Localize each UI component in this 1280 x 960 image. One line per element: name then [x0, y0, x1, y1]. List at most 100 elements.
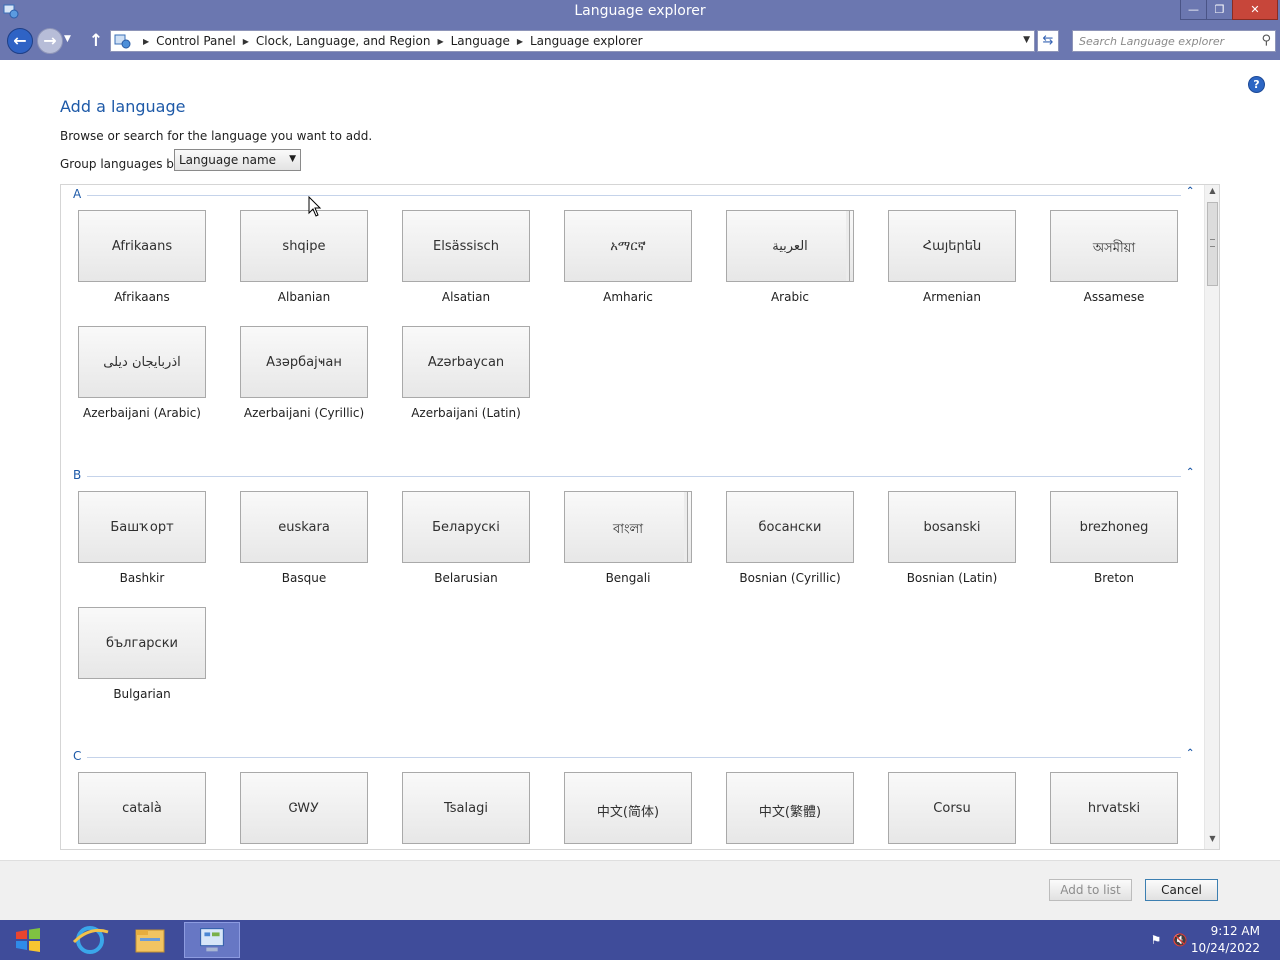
language-name[interactable]: Breton	[1034, 571, 1194, 585]
language-tile[interactable]: آذربايجان ديلی	[78, 326, 206, 398]
group-by-select[interactable]: Language name ▼	[174, 149, 301, 171]
group-divider	[87, 195, 1181, 196]
language-name[interactable]: Belarusian	[386, 571, 546, 585]
language-name[interactable]: Armenian	[872, 290, 1032, 304]
language-tile[interactable]: Afrikaans	[78, 210, 206, 282]
scrollbar-thumb[interactable]	[1207, 202, 1218, 286]
collapse-group-icon[interactable]: ⌃	[1186, 748, 1194, 759]
language-tile[interactable]: Corsu	[888, 772, 1016, 844]
scroll-up-icon[interactable]: ▲	[1205, 186, 1219, 200]
breadcrumb-clock-language-region[interactable]: Clock, Language, and Region	[256, 34, 431, 48]
language-native-name: 中文(繁體)	[758, 805, 822, 820]
help-icon[interactable]: ?	[1248, 76, 1265, 93]
cancel-button[interactable]: Cancel	[1145, 879, 1218, 901]
language-tile[interactable]: български	[78, 607, 206, 679]
breadcrumb-language[interactable]: Language	[451, 34, 510, 48]
language-tile[interactable]: Башҡорт	[78, 491, 206, 563]
language-tile[interactable]: 中文(简体)	[564, 772, 692, 844]
scroll-down-icon[interactable]: ▼	[1205, 834, 1219, 848]
language-tile[interactable]: 中文(繁體)	[726, 772, 854, 844]
language-name[interactable]: Bosnian (Cyrillic)	[710, 571, 870, 585]
language-name[interactable]: Arabic	[710, 290, 870, 304]
action-center-flag-icon[interactable]: ⚑	[1148, 933, 1164, 949]
language-name[interactable]: Amharic	[548, 290, 708, 304]
file-explorer-icon[interactable]	[122, 922, 178, 958]
control-panel-taskbar-icon[interactable]	[184, 922, 240, 958]
language-name[interactable]: Bosnian (Latin)	[872, 571, 1032, 585]
language-name[interactable]: Albanian	[224, 290, 384, 304]
search-icon[interactable]: ⚲	[1261, 33, 1271, 48]
close-button[interactable]: ✕	[1232, 0, 1278, 20]
language-native-name: বাংলা	[612, 522, 644, 537]
language-name[interactable]: Bashkir	[62, 571, 222, 585]
language-tile[interactable]: bosanski	[888, 491, 1016, 563]
group-letter: C	[73, 749, 82, 763]
language-name[interactable]: Bengali	[548, 571, 708, 585]
language-name[interactable]: Assamese	[1034, 290, 1194, 304]
language-tile[interactable]: Հայերեն	[888, 210, 1016, 282]
language-list[interactable]: ▲ ▼ A ⌃ Afrikaans Afrikaans shqipe Albanian El…	[60, 184, 1220, 850]
language-name[interactable]: Bulgarian	[62, 687, 222, 701]
refresh-button[interactable]: ⇆	[1037, 30, 1059, 52]
language-tile[interactable]: العربية	[726, 210, 854, 282]
language-tile[interactable]: Азәрбајҹан	[240, 326, 368, 398]
language-name[interactable]: Afrikaans	[62, 290, 222, 304]
collapse-group-icon[interactable]: ⌃	[1186, 467, 1194, 478]
language-tile[interactable]: shqipe	[240, 210, 368, 282]
language-name[interactable]: Alsatian	[386, 290, 546, 304]
language-tile[interactable]: català	[78, 772, 206, 844]
address-bar[interactable]: ▶ Control Panel ▶ Clock, Language, and Regi…	[110, 30, 1035, 52]
breadcrumb-language-explorer[interactable]: Language explorer	[530, 34, 643, 48]
language-name[interactable]: Azerbaijani (Cyrillic)	[224, 406, 384, 420]
language-tile[interactable]: euskara	[240, 491, 368, 563]
language-native-name: Башҡорт	[110, 520, 174, 535]
language-native-name: Tsalagi	[444, 801, 488, 816]
group-header-b[interactable]: B ⌃	[73, 467, 1199, 484]
language-tile[interactable]: বাংলা	[564, 491, 692, 563]
recent-locations-dropdown-icon[interactable]: ▼	[64, 34, 71, 44]
breadcrumb-separator-icon[interactable]: ▶	[437, 37, 443, 46]
language-native-name: অসমীয়া	[1092, 241, 1136, 256]
minimize-button[interactable]: —	[1180, 0, 1207, 20]
clock-date[interactable]: 10/24/2022	[1180, 941, 1260, 955]
add-to-list-button[interactable]: Add to list	[1049, 879, 1132, 901]
forward-button[interactable]: →	[37, 28, 63, 54]
language-tile[interactable]: অসমীয়া	[1050, 210, 1178, 282]
language-native-name: shqipe	[282, 239, 326, 254]
back-button[interactable]: ←	[7, 28, 33, 54]
language-tile[interactable]: Elsässisch	[402, 210, 530, 282]
breadcrumb-control-panel[interactable]: Control Panel	[156, 34, 236, 48]
language-tile[interactable]: hrvatski	[1050, 772, 1178, 844]
start-button[interactable]	[8, 924, 48, 956]
breadcrumb-separator-icon[interactable]: ▶	[143, 37, 149, 46]
language-tile[interactable]: босански	[726, 491, 854, 563]
group-header-c[interactable]: C ⌃	[73, 748, 1199, 765]
language-tile[interactable]: Беларускі	[402, 491, 530, 563]
language-tile[interactable]: Azərbaycan	[402, 326, 530, 398]
internet-explorer-icon[interactable]	[62, 922, 118, 958]
language-native-name: босански	[758, 520, 822, 535]
language-native-name: Corsu	[933, 801, 971, 816]
address-dropdown-icon[interactable]: ▼	[1023, 35, 1030, 45]
group-header-a[interactable]: A ⌃	[73, 186, 1199, 203]
language-tile[interactable]: brezhoneg	[1050, 491, 1178, 563]
mouse-cursor-icon	[308, 196, 322, 217]
breadcrumb-separator-icon[interactable]: ▶	[517, 37, 523, 46]
search-input[interactable]: Search Language explorer ⚲	[1072, 30, 1276, 52]
language-tile[interactable]: አማርኛ	[564, 210, 692, 282]
taskbar	[0, 920, 1280, 960]
breadcrumb-separator-icon[interactable]: ▶	[243, 37, 249, 46]
chevron-down-icon: ▼	[289, 154, 296, 164]
language-name[interactable]: Basque	[224, 571, 384, 585]
maximize-button[interactable]: ❐	[1206, 0, 1233, 20]
page-title: Add a language	[60, 97, 186, 116]
language-tile[interactable]: Tsalagi	[402, 772, 530, 844]
window-title: Language explorer	[574, 3, 706, 19]
vertical-scrollbar[interactable]: ▲ ▼	[1204, 185, 1219, 849]
language-name[interactable]: Azerbaijani (Latin)	[386, 406, 546, 420]
collapse-group-icon[interactable]: ⌃	[1186, 186, 1194, 197]
language-name[interactable]: Azerbaijani (Arabic)	[62, 406, 222, 420]
up-level-button[interactable]: ↑	[87, 31, 105, 51]
clock-time[interactable]: 9:12 AM	[1180, 924, 1260, 938]
language-tile[interactable]: ᏣᎳᎩ	[240, 772, 368, 844]
